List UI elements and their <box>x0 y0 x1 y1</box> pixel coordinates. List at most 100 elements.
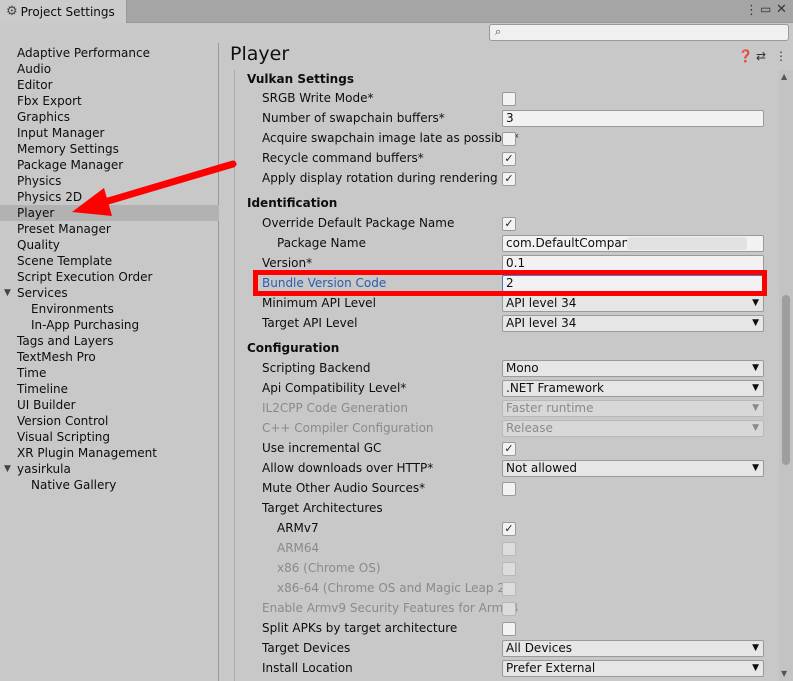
sidebar-item-label: Editor <box>17 78 53 92</box>
scroll-up-icon[interactable]: ▲ <box>781 72 787 81</box>
sidebar-item-label: Tags and Layers <box>17 334 114 348</box>
sidebar-item-graphics[interactable]: Graphics <box>0 109 219 125</box>
sidebar-item-script-execution-order[interactable]: Script Execution Order <box>0 269 219 285</box>
dropdown-value: API level 34 <box>506 296 577 310</box>
setting-label: Api Compatibility Level* <box>262 381 407 395</box>
allow-http-dropdown[interactable]: Not allowed ▼ <box>502 460 764 477</box>
setting-label: x86 (Chrome OS) <box>277 561 381 575</box>
inspector-panel: Player ❓ ⇄ ⋮ Vulkan Settings SRGB Write … <box>220 43 793 681</box>
sidebar-item-label: Player <box>17 206 55 220</box>
sidebar-item-version-control[interactable]: Version Control <box>0 413 219 429</box>
sidebar-item-preset-manager[interactable]: Preset Manager <box>0 221 219 237</box>
setting-package-name: Package Name com.DefaultCompany <box>235 233 774 253</box>
split-apks-checkbox[interactable] <box>502 622 516 636</box>
expand-arrow-icon[interactable]: ▼ <box>4 461 11 477</box>
setting-label: IL2CPP Code Generation <box>262 401 409 415</box>
search-input[interactable]: ⌕ <box>489 24 789 41</box>
tab-project-settings[interactable]: ⚙ Project Settings <box>0 0 127 23</box>
setting-x86-64: x86-64 (Chrome OS and Magic Leap 2) <box>235 578 774 598</box>
chevron-down-icon: ▼ <box>752 403 759 413</box>
setting-label: Use incremental GC <box>262 441 382 455</box>
page-title: Player <box>230 43 290 65</box>
override-package-name-checkbox[interactable]: ✓ <box>502 217 516 231</box>
setting-recycle-command-buffers: Recycle command buffers* ✓ <box>235 148 774 168</box>
acquire-swapchain-late-checkbox[interactable] <box>502 132 516 146</box>
sidebar-item-audio[interactable]: Audio <box>0 61 219 77</box>
setting-override-package-name: Override Default Package Name ✓ <box>235 213 774 233</box>
sidebar-item-label: Graphics <box>17 110 70 124</box>
sidebar-item-visual-scripting[interactable]: Visual Scripting <box>0 429 219 445</box>
recycle-command-buffers-checkbox[interactable]: ✓ <box>502 152 516 166</box>
sidebar-item-input-manager[interactable]: Input Manager <box>0 125 219 141</box>
package-name-field[interactable]: com.DefaultCompany <box>502 235 764 252</box>
sidebar-item-label: Version Control <box>17 414 109 428</box>
more-options-icon[interactable]: ⋮ <box>745 3 758 18</box>
setting-armv7: ARMv7 ✓ <box>235 518 774 538</box>
dropdown-value: Faster runtime <box>506 401 594 415</box>
sidebar-item-label: Visual Scripting <box>17 430 110 444</box>
setting-armv9-security: Enable Armv9 Security Features for Arm64 <box>235 598 774 618</box>
sidebar-item-native-gallery[interactable]: Native Gallery <box>0 477 219 493</box>
minimum-api-level-dropdown[interactable]: API level 34 ▼ <box>502 295 764 312</box>
sidebar-item-label: In-App Purchasing <box>31 318 140 332</box>
sidebar-item-quality[interactable]: Quality <box>0 237 219 253</box>
srgb-write-mode-checkbox[interactable] <box>502 92 516 106</box>
sidebar-item-editor[interactable]: Editor <box>0 77 219 93</box>
sidebar-item-label: Native Gallery <box>31 478 117 492</box>
sidebar-item-ui-builder[interactable]: UI Builder <box>0 397 219 413</box>
sidebar-item-fbx-export[interactable]: Fbx Export <box>0 93 219 109</box>
sidebar-item-environments[interactable]: Environments <box>0 301 219 317</box>
armv7-checkbox[interactable]: ✓ <box>502 522 516 536</box>
display-rotation-checkbox[interactable]: ✓ <box>502 172 516 186</box>
dropdown-value: Not allowed <box>506 461 578 475</box>
setting-install-location: Install Location Prefer External ▼ <box>235 658 774 678</box>
swapchain-buffers-field[interactable]: 3 <box>502 110 764 127</box>
maximize-icon[interactable]: ▭ <box>760 2 771 16</box>
setting-label: Minimum API Level <box>262 296 376 310</box>
chevron-down-icon: ▼ <box>752 318 759 328</box>
setting-label: ARM64 <box>277 541 320 555</box>
close-icon[interactable]: ✕ <box>776 2 787 17</box>
sidebar-item-services[interactable]: ▼ Services <box>0 285 219 301</box>
scripting-backend-dropdown[interactable]: Mono ▼ <box>502 360 764 377</box>
more-options-icon[interactable]: ⋮ <box>775 49 787 63</box>
sidebar-item-adaptive-performance[interactable]: Adaptive Performance <box>0 45 219 61</box>
section-header-configuration: Configuration <box>247 341 340 355</box>
expand-arrow-icon[interactable]: ▼ <box>4 285 11 301</box>
help-icon[interactable]: ❓ <box>738 49 753 63</box>
sidebar-item-scene-template[interactable]: Scene Template <box>0 253 219 269</box>
chevron-down-icon: ▼ <box>752 298 759 308</box>
scroll-down-icon[interactable]: ▼ <box>781 669 787 678</box>
scrollbar-thumb[interactable] <box>782 295 790 465</box>
search-bar: ⌕ <box>0 23 793 43</box>
blurred-redaction <box>627 237 747 250</box>
mute-other-audio-checkbox[interactable] <box>502 482 516 496</box>
setting-label: Target API Level <box>262 316 358 330</box>
highlight-box <box>253 270 767 296</box>
vertical-scrollbar[interactable]: ▲ ▼ <box>779 70 793 681</box>
sidebar-item-label: Preset Manager <box>17 222 111 236</box>
setting-label: SRGB Write Mode* <box>262 91 374 105</box>
presets-icon[interactable]: ⇄ <box>756 49 766 63</box>
dropdown-value: All Devices <box>506 641 572 655</box>
sidebar-item-label: yasirkula <box>17 462 71 476</box>
target-devices-dropdown[interactable]: All Devices ▼ <box>502 640 764 657</box>
sidebar-item-textmesh-pro[interactable]: TextMesh Pro <box>0 349 219 365</box>
setting-acquire-swapchain-late: Acquire swapchain image late as possible… <box>235 128 774 148</box>
api-compatibility-dropdown[interactable]: .NET Framework ▼ <box>502 380 764 397</box>
sidebar-item-tags-and-layers[interactable]: Tags and Layers <box>0 333 219 349</box>
setting-il2cpp-code-generation: IL2CPP Code Generation Faster runtime ▼ <box>235 398 774 418</box>
install-location-dropdown[interactable]: Prefer External ▼ <box>502 660 764 677</box>
sidebar-item-in-app-purchasing[interactable]: In-App Purchasing <box>0 317 219 333</box>
sidebar-item-label: Services <box>17 286 68 300</box>
settings-scroll-area[interactable]: Vulkan Settings SRGB Write Mode* Number … <box>234 70 773 681</box>
setting-label: Number of swapchain buffers* <box>262 111 445 125</box>
sidebar-item-xr-plugin-management[interactable]: XR Plugin Management <box>0 445 219 461</box>
section-header-identification: Identification <box>247 196 338 210</box>
setting-target-devices: Target Devices All Devices ▼ <box>235 638 774 658</box>
target-api-level-dropdown[interactable]: API level 34 ▼ <box>502 315 764 332</box>
sidebar-item-time[interactable]: Time <box>0 365 219 381</box>
sidebar-item-timeline[interactable]: Timeline <box>0 381 219 397</box>
sidebar-item-yasirkula[interactable]: ▼ yasirkula <box>0 461 219 477</box>
incremental-gc-checkbox[interactable]: ✓ <box>502 442 516 456</box>
